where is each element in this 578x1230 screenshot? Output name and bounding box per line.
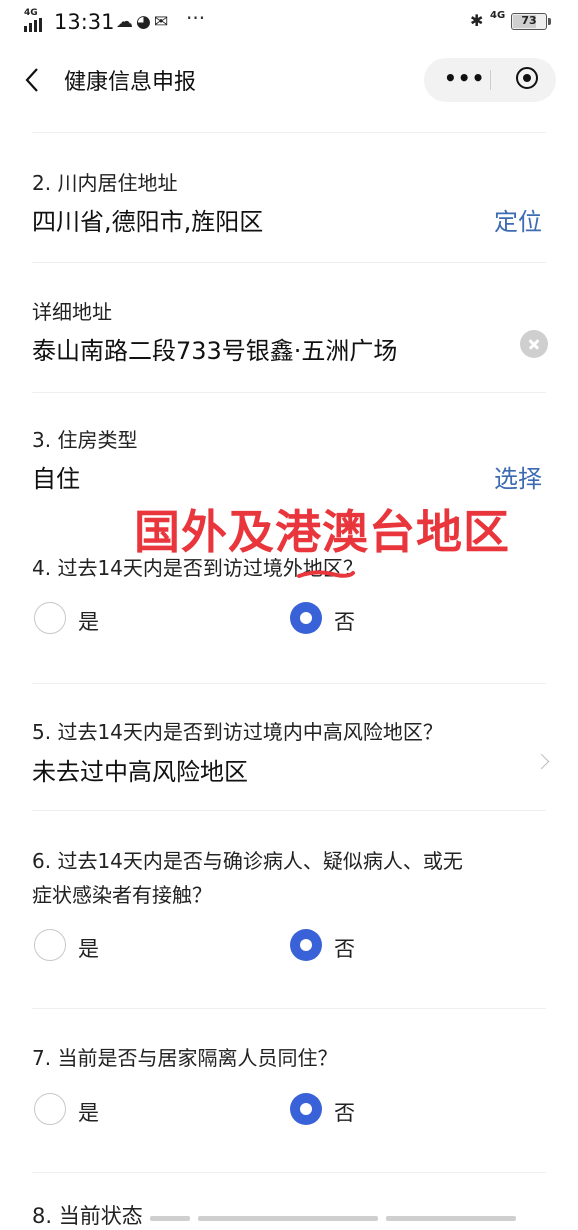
divider <box>32 1172 546 1173</box>
divider <box>32 810 546 811</box>
more-icon[interactable]: ••• <box>444 66 485 90</box>
notification-icons: ☁◕✉ <box>116 12 172 32</box>
divider <box>32 262 546 263</box>
q6-option-yes-label[interactable]: 是 <box>78 933 99 963</box>
locate-button[interactable]: 定位 <box>494 202 542 237</box>
bottom-toolbar-edge <box>150 1216 570 1221</box>
divider <box>32 1008 546 1009</box>
status-time: 13:31 <box>54 10 115 34</box>
q4-radio-no[interactable] <box>290 602 322 634</box>
status-bar: 4G 13:31 ☁◕✉ ··· ✱ 4G 73 <box>0 0 578 46</box>
detail-address-label: 详细地址 <box>32 300 112 324</box>
question-6-label-line2: 症状感染者有接触？ <box>32 883 212 907</box>
network-type: 4G <box>24 8 38 18</box>
battery-tip <box>548 18 551 25</box>
question-2-label: 2. 川内居住地址 <box>32 171 178 195</box>
mini-program-capsule: ••• <box>424 58 556 102</box>
divider <box>32 392 546 393</box>
close-target-icon[interactable] <box>516 67 538 89</box>
q6-radio-yes[interactable] <box>34 929 66 961</box>
q7-option-yes-label[interactable]: 是 <box>78 1097 99 1127</box>
bluetooth-icon: ✱ <box>470 11 484 30</box>
page-title: 健康信息申报 <box>64 70 197 95</box>
network-type-right: 4G <box>490 10 506 21</box>
clear-icon[interactable] <box>520 330 548 358</box>
annotation-underline <box>297 570 355 578</box>
q7-radio-no[interactable] <box>290 1093 322 1125</box>
detail-address-input[interactable]: 泰山南路二段733号银鑫·五洲广场 <box>32 331 397 366</box>
q6-option-no-label[interactable]: 否 <box>334 933 355 963</box>
divider <box>32 132 546 133</box>
signal-icon: 4G <box>24 8 48 34</box>
divider <box>32 683 546 684</box>
select-button[interactable]: 选择 <box>494 459 542 494</box>
battery-icon: 73 <box>511 13 547 30</box>
question-3-label: 3. 住房类型 <box>32 428 138 452</box>
q4-option-yes-label[interactable]: 是 <box>78 606 99 636</box>
back-icon[interactable] <box>22 66 44 94</box>
battery-level: 73 <box>521 14 537 27</box>
q4-option-no-label[interactable]: 否 <box>334 606 355 636</box>
q7-option-no-label[interactable]: 否 <box>334 1097 355 1127</box>
q7-radio-yes[interactable] <box>34 1093 66 1125</box>
housing-type-value[interactable]: 自住 <box>32 459 80 494</box>
status-more: ··· <box>186 6 206 30</box>
capsule-divider <box>490 70 491 90</box>
address-value[interactable]: 四川省,德阳市,旌阳区 <box>32 202 263 237</box>
question-7-label: 7. 当前是否与居家隔离人员同住？ <box>32 1046 338 1070</box>
q4-radio-yes[interactable] <box>34 602 66 634</box>
question-6-label-line1: 6. 过去14天内是否与确诊病人、疑似病人、或无 <box>32 849 463 873</box>
question-8-label: 8. 当前状态 <box>32 1204 143 1228</box>
question-5-label: 5. 过去14天内是否到访过境内中高风险地区？ <box>32 720 443 744</box>
risk-area-value[interactable]: 未去过中高风险地区 <box>32 752 248 787</box>
q6-radio-no[interactable] <box>290 929 322 961</box>
chevron-right-icon[interactable] <box>533 753 550 770</box>
